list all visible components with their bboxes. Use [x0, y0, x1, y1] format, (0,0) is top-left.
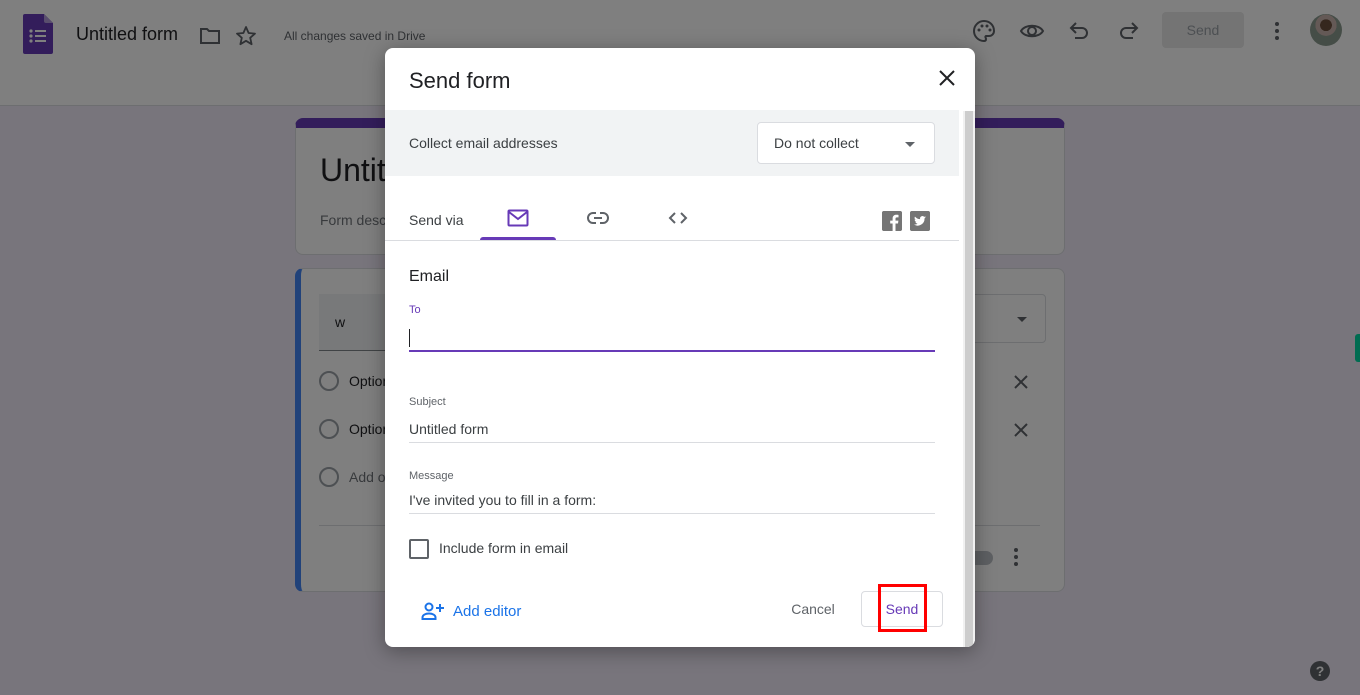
chevron-down-icon — [905, 142, 915, 147]
collect-email-row: Collect email addresses Do not collect — [385, 110, 959, 176]
add-editor-label: Add editor — [453, 603, 522, 620]
dialog-title: Send form — [409, 68, 511, 93]
link-icon — [587, 212, 609, 224]
send-button[interactable]: Send — [861, 591, 943, 627]
code-icon — [668, 212, 688, 224]
cancel-button[interactable]: Cancel — [781, 591, 845, 627]
collect-email-select[interactable]: Do not collect — [757, 122, 935, 164]
tab-email[interactable] — [480, 201, 556, 240]
divider — [385, 240, 959, 241]
to-label: To — [409, 304, 421, 316]
tab-embed[interactable] — [640, 201, 716, 240]
close-icon[interactable] — [935, 66, 959, 90]
send-via-label: Send via — [409, 212, 464, 228]
include-form-label[interactable]: Include form in email — [439, 540, 568, 556]
message-label: Message — [409, 470, 454, 482]
scrollbar[interactable] — [963, 111, 975, 647]
subject-input[interactable]: Untitled form — [409, 415, 935, 443]
scrollbar-thumb[interactable] — [965, 111, 973, 647]
message-input[interactable]: I've invited you to fill in a form: — [409, 486, 935, 514]
subject-label: Subject — [409, 396, 446, 408]
text-cursor — [409, 329, 410, 347]
message-value: I've invited you to fill in a form: — [409, 492, 597, 508]
person-add-icon — [421, 602, 444, 620]
mail-icon — [507, 209, 529, 227]
subject-value: Untitled form — [409, 421, 489, 437]
send-form-dialog: Send form Collect email addresses Do not… — [385, 48, 975, 647]
facebook-icon[interactable] — [882, 211, 902, 231]
email-section-heading: Email — [409, 268, 450, 285]
include-form-checkbox[interactable] — [409, 539, 429, 559]
twitter-icon[interactable] — [910, 211, 930, 231]
to-input[interactable] — [409, 326, 935, 352]
collect-email-label: Collect email addresses — [409, 135, 558, 151]
tab-link[interactable] — [560, 201, 636, 240]
collect-email-value: Do not collect — [774, 135, 859, 151]
